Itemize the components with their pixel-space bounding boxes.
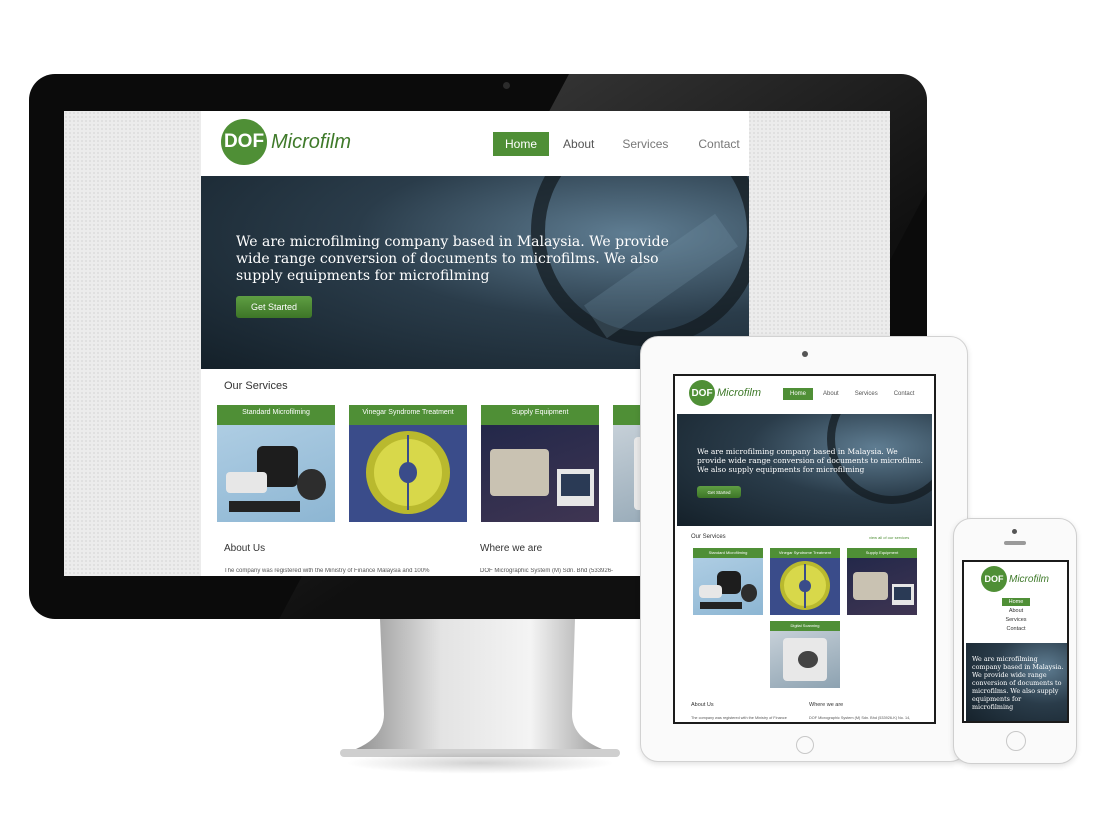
imac-camera <box>503 82 510 89</box>
iphone-speaker <box>1004 541 1026 545</box>
stand-shadow <box>345 752 615 774</box>
about-title: About Us <box>691 702 714 708</box>
hero-text: We are microfilming company based in Mal… <box>697 447 924 474</box>
main-nav: Home About Services Contact <box>493 132 748 156</box>
get-started-button[interactable]: Get Started <box>236 296 312 318</box>
site-header: DOF Microfilm Home About Services Contac… <box>201 111 749 176</box>
nav-about[interactable]: About <box>1002 608 1030 614</box>
main-nav: Home About Services Contact <box>783 388 918 400</box>
nav-contact[interactable]: Contact <box>890 388 919 400</box>
hero-banner: We are microfilming company based in Mal… <box>677 414 932 526</box>
service-card-title: Standard Microfilming <box>217 405 335 425</box>
service-card-title: Supply Equipment <box>847 548 917 558</box>
service-card-title: Supply Equipment <box>481 405 599 425</box>
equipment-image <box>481 425 599 522</box>
logo[interactable]: DOF Microfilm <box>981 566 1049 592</box>
service-card-title: Digital Scanning <box>770 621 840 631</box>
ipad-home-button[interactable] <box>796 736 814 754</box>
logo-mark: DOF <box>689 380 715 406</box>
logo-name: Microfilm <box>1009 573 1049 585</box>
about-text: The company was registered with the Mini… <box>691 716 787 720</box>
where-title: Where we are <box>480 543 543 554</box>
about-text: The company was registered with the Mini… <box>224 568 430 574</box>
logo-mark: DOF <box>221 119 267 165</box>
service-card[interactable]: Vinegar Syndrome Treatment <box>349 405 467 522</box>
service-card[interactable]: Supply Equipment <box>847 548 917 615</box>
get-started-button[interactable]: Get Started <box>697 486 741 498</box>
services-title: Our Services <box>224 380 288 392</box>
service-card[interactable]: Standard Microfilming <box>693 548 763 615</box>
service-card[interactable]: Digital Scanning <box>770 621 840 688</box>
service-card-title: Standard Microfilming <box>693 548 763 558</box>
iphone-camera <box>1012 529 1017 534</box>
imac-stand <box>340 619 620 757</box>
film-reel-image <box>349 425 467 522</box>
service-card[interactable]: Supply Equipment <box>481 405 599 522</box>
iphone-home-button[interactable] <box>1006 731 1026 751</box>
hero-text: We are microfilming company based in Mal… <box>972 655 1064 711</box>
services-title: Our Services <box>691 534 726 540</box>
logo[interactable]: DOF Microfilm <box>689 380 761 406</box>
mobile-nav: Home About Services Contact <box>1002 598 1030 632</box>
nav-contact[interactable]: Contact <box>690 132 747 156</box>
nav-about[interactable]: About <box>819 388 843 400</box>
ipad-frame: DOF Microfilm Home About Services Contac… <box>640 336 968 762</box>
service-card-title: Vinegar Syndrome Treatment <box>770 548 840 558</box>
logo[interactable]: DOF Microfilm <box>221 119 351 165</box>
service-card[interactable]: Vinegar Syndrome Treatment <box>770 548 840 615</box>
nav-services[interactable]: Services <box>614 132 676 156</box>
ipad-camera <box>802 351 808 357</box>
nav-home[interactable]: Home <box>1002 598 1030 606</box>
hero-text: We are microfilming company based in Mal… <box>236 234 669 284</box>
logo-name: Microfilm <box>271 130 351 153</box>
nav-services[interactable]: Services <box>1002 617 1030 623</box>
logo-name: Microfilm <box>717 387 761 399</box>
where-title: Where we are <box>809 702 844 708</box>
nav-contact[interactable]: Contact <box>1002 626 1030 632</box>
hero-banner: We are microfilming company based in Mal… <box>966 643 1067 721</box>
where-text: DOF Micrographic System (M) Sdn. Bhd (53… <box>480 568 614 574</box>
nav-home[interactable]: Home <box>783 388 814 400</box>
service-card-title: Vinegar Syndrome Treatment <box>349 405 467 425</box>
view-all-services-link[interactable]: view all of our services <box>869 535 909 540</box>
service-card[interactable]: Standard Microfilming <box>217 405 335 522</box>
microfilming-image <box>217 425 335 522</box>
responsive-showcase: DOF Microfilm Home About Services Contac… <box>0 0 1110 820</box>
nav-about[interactable]: About <box>555 132 602 156</box>
film-reel-image <box>770 558 840 615</box>
microfilming-image <box>693 558 763 615</box>
mobile-site: DOF Microfilm Home About Services Contac… <box>962 560 1069 723</box>
logo-mark: DOF <box>981 566 1007 592</box>
where-text: DOF Micrographic System (M) Sdn. Bhd (53… <box>809 716 911 720</box>
nav-services[interactable]: Services <box>851 388 882 400</box>
nav-home[interactable]: Home <box>493 132 550 156</box>
iphone-frame: DOF Microfilm Home About Services Contac… <box>953 518 1077 764</box>
scanning-image <box>770 631 840 688</box>
tablet-site: DOF Microfilm Home About Services Contac… <box>673 374 936 724</box>
equipment-image <box>847 558 917 615</box>
about-title: About Us <box>224 543 266 554</box>
